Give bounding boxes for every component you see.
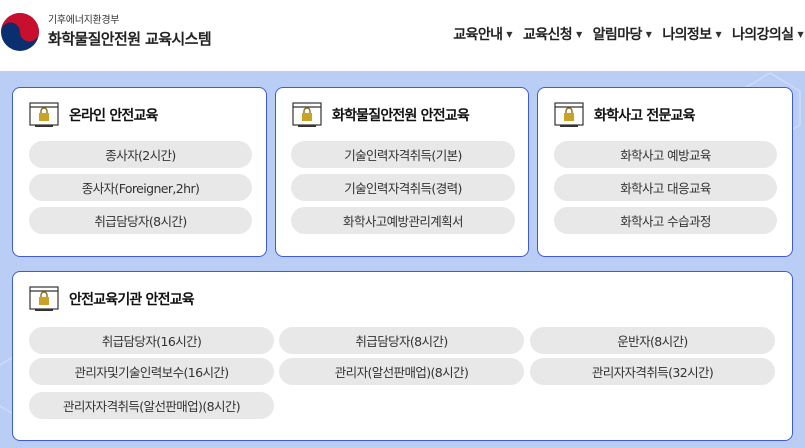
monitor-lock-icon	[29, 102, 59, 127]
caret-down-icon: ▼	[715, 29, 722, 39]
course-button[interactable]: 화학사고 수습과정	[554, 207, 777, 234]
caret-down-icon: ▼	[797, 29, 803, 39]
nav-label: 알림마당	[592, 27, 643, 43]
nav-item-edu-apply[interactable]: 교육신청 ▼	[523, 24, 582, 44]
card-chemical-accident: 화학사고 전문교육 화학사고 예방교육 화학사고 대응교육 화학사고 수습과정	[537, 87, 793, 257]
site-logo[interactable]: 기후에너지환경부 화학물질안전원 교육시스템	[0, 12, 212, 52]
nav-item-edu-info[interactable]: 교육안내 ▼	[453, 24, 512, 44]
course-button[interactable]: 관리자(알선판매업)(8시간)	[279, 358, 524, 385]
course-button[interactable]: 화학사고 대응교육	[554, 174, 777, 201]
course-button[interactable]: 관리자및기술인력보수(16시간)	[29, 358, 274, 385]
nav-item-my-info[interactable]: 나의정보 ▼	[662, 24, 721, 44]
caret-down-icon: ▼	[576, 29, 582, 39]
course-button[interactable]: 취급담당자(16시간)	[29, 327, 274, 354]
monitor-lock-icon	[292, 102, 322, 127]
nav-label: 나의강의실	[732, 27, 794, 43]
course-button[interactable]: 화학사고 예방교육	[554, 141, 777, 168]
main-nav: 교육안내 ▼ 교육신청 ▼ 알림마당 ▼ 나의정보 ▼ 나의강의실 ▼	[442, 24, 803, 44]
course-button[interactable]: 취급담당자(8시간)	[29, 207, 252, 234]
card-header: 온라인 안전교육	[29, 102, 158, 128]
course-button[interactable]: 취급담당자(8시간)	[279, 327, 524, 354]
card-title: 화학사고 전문교육	[594, 108, 696, 124]
course-button[interactable]: 기술인력자격취득(경력)	[291, 174, 515, 201]
nav-item-my-classroom[interactable]: 나의강의실 ▼	[732, 24, 804, 44]
nav-label: 교육신청	[522, 27, 573, 43]
caret-down-icon: ▼	[645, 29, 652, 39]
course-button[interactable]: 관리자자격취득(32시간)	[530, 358, 775, 385]
course-button[interactable]: 종사자(Foreigner,2hr)	[29, 174, 252, 201]
nav-item-notice[interactable]: 알림마당 ▼	[593, 24, 652, 44]
nav-label: 교육안내	[453, 27, 503, 43]
monitor-lock-icon	[554, 102, 584, 127]
course-button[interactable]: 기술인력자격취득(기본)	[291, 141, 515, 168]
ministry-name: 기후에너지환경부	[48, 15, 120, 26]
card-agency-safety: 안전교육기관 안전교육 취급담당자(16시간) 취급담당자(8시간) 운반자(8…	[12, 271, 793, 441]
card-header: 안전교육기관 안전교육	[29, 286, 195, 312]
card-title: 온라인 안전교육	[69, 108, 158, 124]
card-header: 화학물질안전원 안전교육	[292, 102, 470, 128]
main-content: 온라인 안전교육 종사자(2시간) 종사자(Foreigner,2hr) 취급담…	[0, 71, 805, 448]
site-header: 기후에너지환경부 화학물질안전원 교육시스템 교육안내 ▼ 교육신청 ▼ 알림마…	[0, 0, 805, 71]
government-emblem-icon	[1, 13, 39, 51]
card-title: 화학물질안전원 안전교육	[332, 108, 470, 124]
card-institute-safety: 화학물질안전원 안전교육 기술인력자격취득(기본) 기술인력자격취득(경력) 화…	[275, 87, 529, 257]
monitor-lock-icon	[29, 286, 59, 311]
course-button[interactable]: 운반자(8시간)	[530, 327, 775, 354]
card-online-safety: 온라인 안전교육 종사자(2시간) 종사자(Foreigner,2hr) 취급담…	[12, 87, 267, 257]
card-title: 안전교육기관 안전교육	[69, 292, 195, 308]
course-button[interactable]: 종사자(2시간)	[29, 141, 252, 168]
nav-label: 나의정보	[662, 27, 712, 43]
system-title: 화학물질안전원 교육시스템	[48, 30, 212, 48]
course-button[interactable]: 화학사고예방관리계획서	[291, 207, 515, 234]
caret-down-icon: ▼	[506, 29, 512, 39]
card-header: 화학사고 전문교육	[554, 102, 696, 128]
logo-text: 기후에너지환경부 화학물질안전원 교육시스템	[48, 15, 212, 49]
course-button[interactable]: 관리자자격취득(알선판매업)(8시간)	[29, 392, 274, 419]
